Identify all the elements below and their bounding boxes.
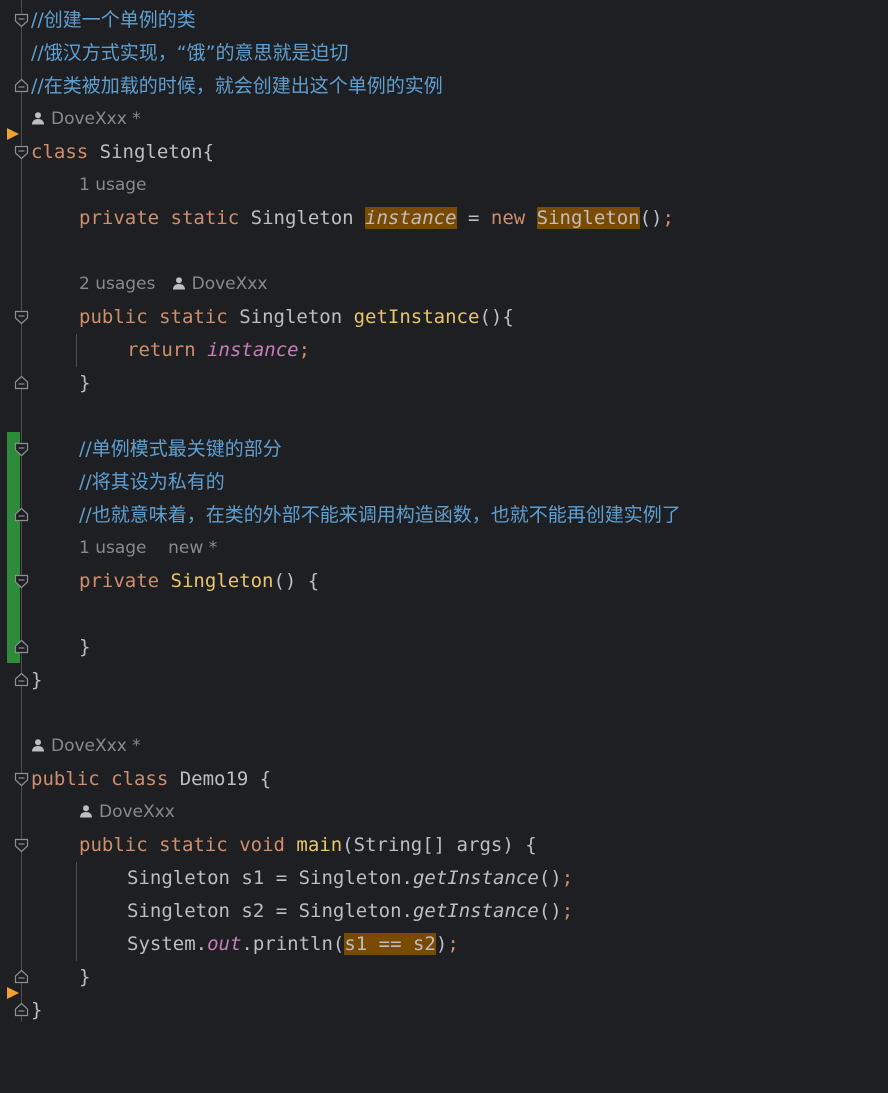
code-line[interactable]: //饿汉方式实现，“饿”的意思就是迫切 (0, 37, 888, 70)
class-name: Demo19 { (168, 768, 272, 790)
semicolon: ; (447, 933, 459, 955)
operator: = (456, 207, 491, 229)
author-inlay-line: DoveXxx (0, 796, 888, 829)
method-call: getInstance (412, 900, 539, 922)
keyword: private (79, 207, 160, 229)
keyword: class (31, 141, 89, 163)
parens: () (639, 207, 663, 229)
comment: //将其设为私有的 (79, 471, 225, 493)
keyword: class (111, 768, 169, 790)
usage-inlay[interactable]: 2 usages (79, 274, 155, 294)
type-name: Singleton (239, 306, 343, 328)
person-icon (80, 805, 92, 818)
usage-inlay-line: 1 usage (0, 169, 888, 202)
code-line[interactable]: //单例模式最关键的部分 (0, 433, 888, 466)
static-field: out (207, 933, 242, 955)
brace: } (79, 372, 91, 394)
code-line[interactable]: } (0, 367, 888, 400)
keyword: public (79, 306, 148, 328)
brace: } (31, 999, 43, 1021)
person-icon (32, 739, 44, 752)
code-line[interactable]: private Singleton() { (0, 565, 888, 598)
code-line[interactable]: Singleton s2 = Singleton.getInstance(); (0, 895, 888, 928)
class-ref: System. (127, 933, 208, 955)
params: (String[] args) { (342, 834, 537, 856)
constructor-name: Singleton (170, 570, 274, 592)
code-line[interactable]: //创建一个单例的类 (0, 4, 888, 37)
parens: () (538, 867, 562, 889)
author-inlay[interactable]: DoveXxx (79, 796, 175, 829)
comment: //饿汉方式实现，“饿”的意思就是迫切 (31, 42, 349, 64)
author-inlay-line: DoveXxx * (0, 103, 888, 136)
keyword: static (170, 207, 240, 229)
comparison-expression: s1 == s2 (344, 933, 436, 955)
statement: Singleton s1 = Singleton. (127, 867, 413, 889)
code-line[interactable]: //在类被加载的时候，就会创建出这个单例的实例 (0, 70, 888, 103)
brace: } (31, 669, 43, 691)
constructor-call: Singleton (536, 207, 640, 229)
code-line[interactable]: public static Singleton getInstance(){ (0, 301, 888, 334)
keyword: private (79, 570, 160, 592)
type-name: Singleton (250, 207, 354, 229)
code-editor[interactable]: //创建一个单例的类 //饿汉方式实现，“饿”的意思就是迫切 //在类被加载的时… (0, 0, 888, 1022)
keyword: static (159, 834, 228, 856)
parens: () { (273, 570, 320, 592)
author-name: DoveXxx * (51, 736, 141, 756)
method-call: getInstance (412, 867, 539, 889)
author-new-inlay[interactable]: new * (168, 538, 217, 558)
author-inlay[interactable]: DoveXxx * (31, 103, 141, 136)
semicolon: ; (298, 339, 311, 361)
usage-inlay-line: 2 usages DoveXxx (0, 268, 888, 301)
code-line[interactable]: //将其设为私有的 (0, 466, 888, 499)
semicolon: ; (561, 900, 574, 922)
semicolon: ; (662, 207, 674, 229)
person-icon (172, 277, 185, 290)
code-line[interactable]: } (0, 631, 888, 664)
statement: Singleton s2 = Singleton. (127, 900, 413, 922)
keyword: static (159, 306, 228, 328)
code-line[interactable]: return instance; (0, 334, 888, 367)
code-line[interactable]: public static void main(String[] args) { (0, 829, 888, 862)
author-name: DoveXxx (99, 802, 175, 822)
comment: //在类被加载的时候，就会创建出这个单例的实例 (31, 75, 443, 97)
code-line[interactable]: Singleton s1 = Singleton.getInstance(); (0, 862, 888, 895)
code-line[interactable]: //也就意味着，在类的外部不能来调用构造函数，也就不能再创建实例了 (0, 499, 888, 532)
comment: //创建一个单例的类 (31, 9, 196, 31)
code-line[interactable]: class Singleton{ (0, 136, 888, 169)
keyword: return (127, 339, 196, 361)
usage-inlay[interactable]: 1 usage (79, 538, 147, 558)
person-icon (32, 112, 44, 125)
code-line[interactable]: private static Singleton instance = new … (0, 202, 888, 235)
parens: (){ (479, 306, 514, 328)
semicolon: ; (561, 867, 574, 889)
code-line[interactable]: } (0, 664, 888, 697)
code-line[interactable]: public class Demo19 { (0, 763, 888, 796)
keyword: public (31, 768, 100, 790)
class-name: Singleton{ (88, 141, 215, 163)
field-instance: instance (365, 207, 457, 229)
keyword: public (79, 834, 148, 856)
code-line[interactable]: } (0, 961, 888, 994)
method-name: getInstance (353, 306, 480, 328)
field-instance: instance (207, 339, 299, 361)
brace: } (79, 636, 91, 658)
paren: ) (435, 933, 448, 955)
parens: () (538, 900, 562, 922)
keyword: new (490, 207, 526, 229)
author-inlay-line: DoveXxx * (0, 730, 888, 763)
code-line[interactable]: System.out.println(s1 == s2); (0, 928, 888, 961)
usage-inlay[interactable]: 1 usage (79, 169, 147, 202)
keyword: void (239, 834, 285, 856)
method-call: .println( (241, 933, 345, 955)
method-name: main (296, 834, 343, 856)
brace: } (79, 966, 91, 988)
comment: //也就意味着，在类的外部不能来调用构造函数，也就不能再创建实例了 (79, 504, 681, 526)
author-name: DoveXxx * (51, 109, 141, 129)
usage-inlay-line: 1 usage new * (0, 532, 888, 565)
code-line[interactable]: } (0, 994, 888, 1027)
author-name[interactable]: DoveXxx (192, 274, 268, 294)
author-inlay[interactable]: DoveXxx * (31, 730, 141, 763)
comment: //单例模式最关键的部分 (79, 438, 282, 460)
